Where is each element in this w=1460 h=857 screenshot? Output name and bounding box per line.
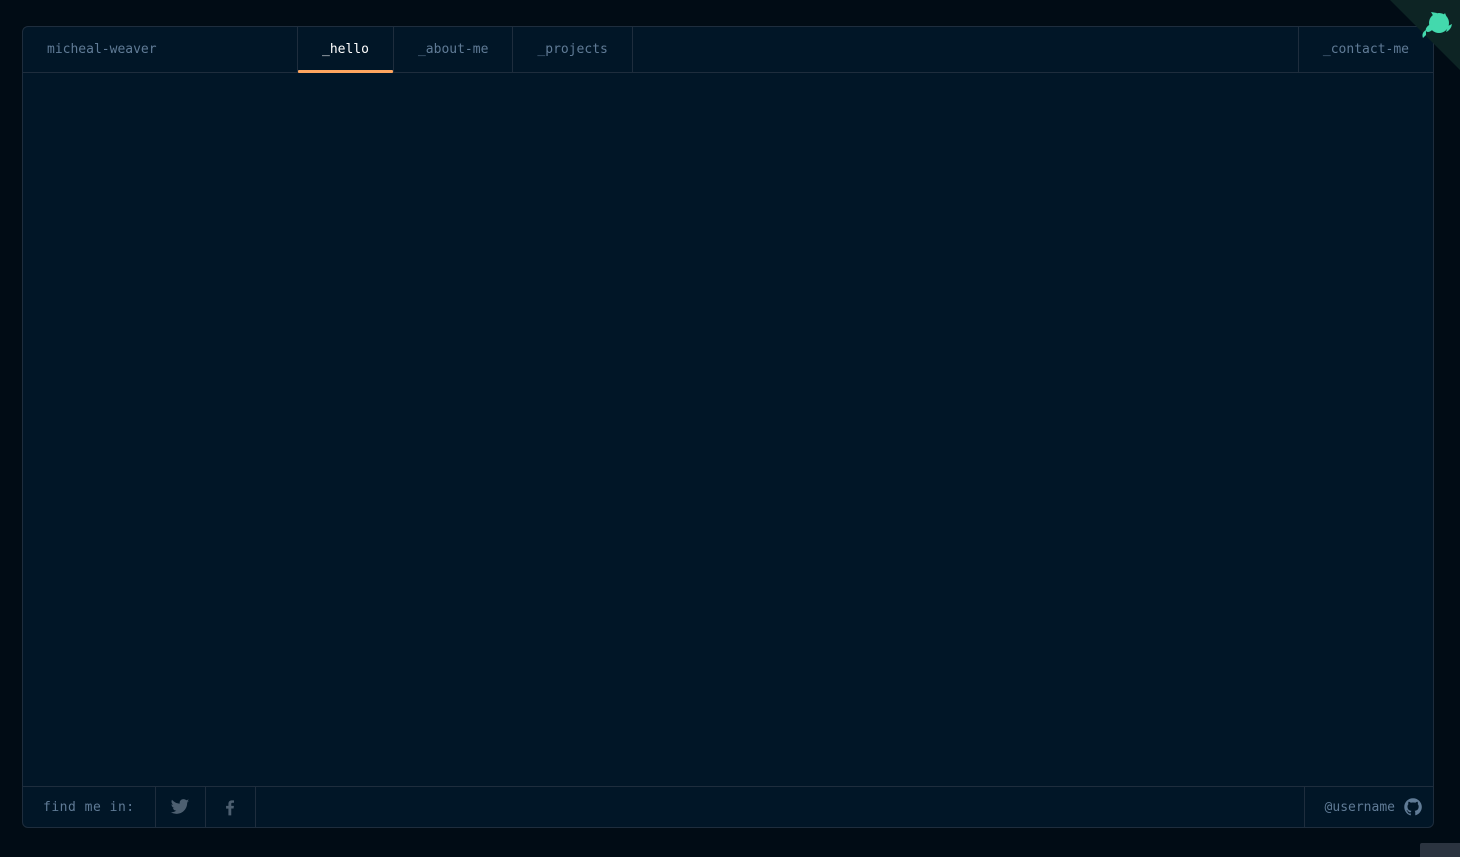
facebook-icon bbox=[226, 800, 235, 816]
top-navbar: micheal-weaver _hello _about-me _project… bbox=[23, 27, 1433, 73]
github-corner[interactable] bbox=[1390, 0, 1460, 70]
github-icon bbox=[1404, 798, 1422, 816]
app-window: micheal-weaver _hello _about-me _project… bbox=[22, 26, 1434, 828]
footer-spacer bbox=[256, 787, 1304, 827]
github-link[interactable]: @username bbox=[1303, 787, 1433, 827]
overlay-stub bbox=[1420, 843, 1460, 857]
footer-bar: find me in: @username bbox=[23, 786, 1433, 827]
octocat-corner-icon bbox=[1390, 0, 1460, 70]
navbar-spacer bbox=[633, 27, 1298, 72]
twitter-link[interactable] bbox=[156, 787, 206, 827]
tab-projects[interactable]: _projects bbox=[513, 27, 633, 72]
tab-about-me[interactable]: _about-me bbox=[394, 27, 514, 72]
main-content bbox=[23, 72, 1433, 787]
facebook-link[interactable] bbox=[206, 787, 256, 827]
tab-hello[interactable]: _hello bbox=[298, 27, 394, 73]
brand-name[interactable]: micheal-weaver bbox=[23, 27, 298, 72]
twitter-icon bbox=[170, 799, 190, 814]
github-username: @username bbox=[1324, 799, 1395, 815]
find-me-label: find me in: bbox=[23, 787, 156, 827]
